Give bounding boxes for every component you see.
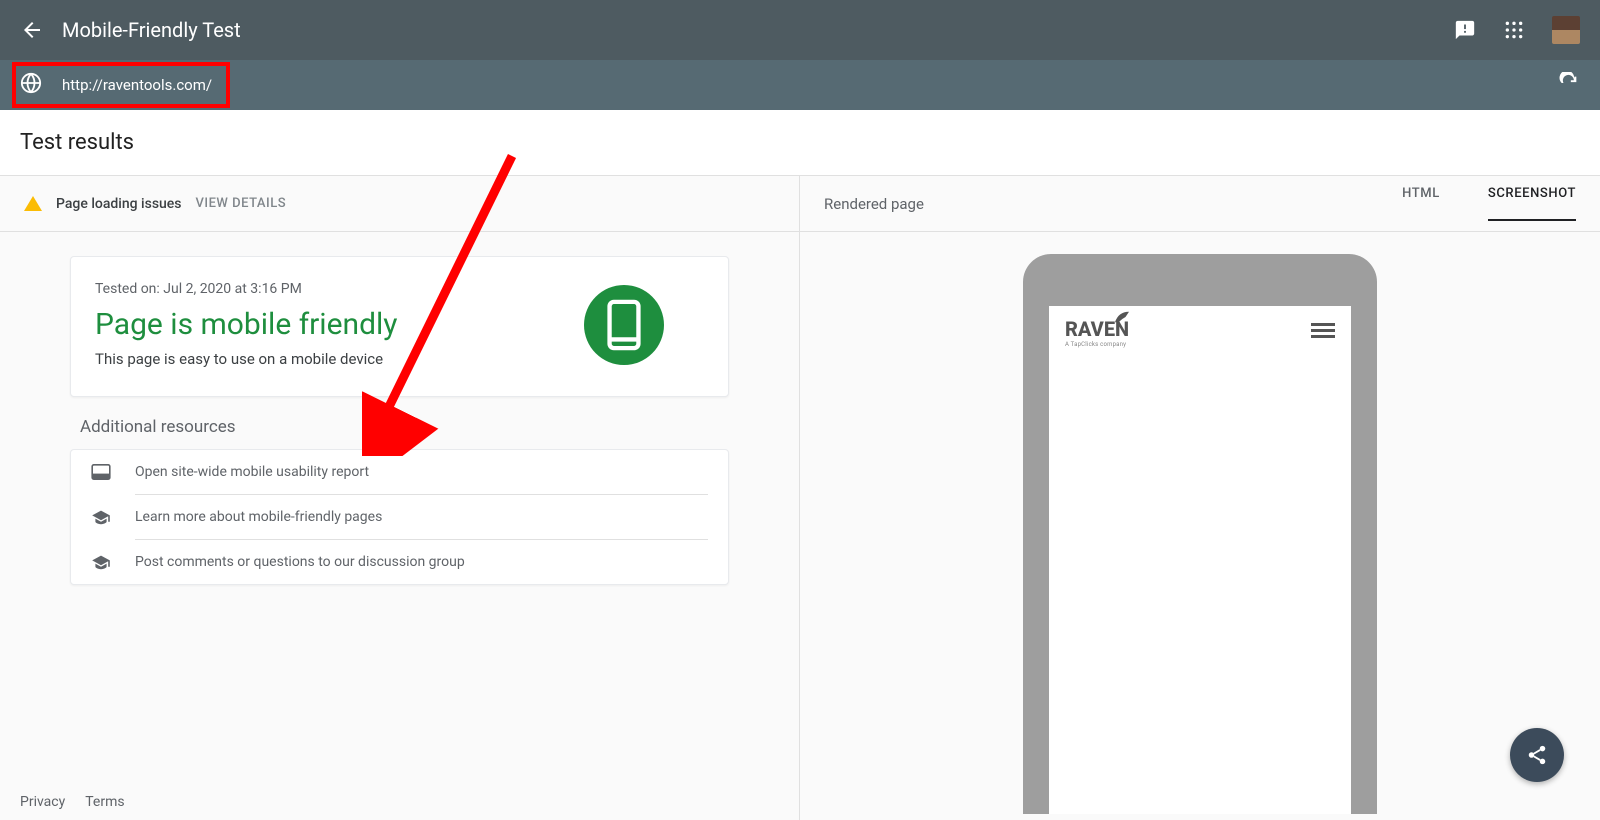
phone-mockup: RAVEN A TapClicks company: [1023, 254, 1377, 814]
apps-icon[interactable]: [1504, 20, 1524, 40]
arrow-left-icon: [20, 18, 44, 42]
issues-label: Page loading issues: [56, 196, 182, 212]
graduation-icon: [91, 554, 111, 570]
share-button[interactable]: [1510, 728, 1564, 782]
back-button[interactable]: [20, 18, 44, 42]
url-highlight-box: http://raventools.com/: [12, 62, 230, 108]
globe-icon: [20, 72, 42, 98]
avatar[interactable]: [1552, 16, 1580, 44]
resource-label: Learn more about mobile-friendly pages: [135, 509, 382, 525]
additional-heading: Additional resources: [80, 417, 729, 437]
url-bar: http://raventools.com/: [0, 60, 1600, 110]
footer-links: Privacy Terms: [20, 794, 125, 810]
share-icon: [1526, 744, 1548, 766]
header-title: Mobile-Friendly Test: [62, 18, 241, 42]
results-header: Test results: [0, 110, 1600, 176]
resource-discussion[interactable]: Post comments or questions to our discus…: [71, 540, 728, 584]
report-icon: [91, 464, 111, 480]
tested-on: Tested on: Jul 2, 2020 at 3:16 PM: [95, 281, 397, 297]
mobile-friendly-icon: [584, 285, 664, 365]
privacy-link[interactable]: Privacy: [20, 794, 65, 810]
terms-link[interactable]: Terms: [85, 794, 124, 810]
graduation-icon: [91, 509, 111, 525]
result-subtitle: This page is easy to use on a mobile dev…: [95, 350, 397, 368]
additional-card: Open site-wide mobile usability report L…: [70, 449, 729, 585]
hamburger-icon: [1311, 320, 1335, 341]
url-text[interactable]: http://raventools.com/: [62, 76, 212, 94]
feedback-icon[interactable]: [1454, 19, 1476, 41]
tab-screenshot[interactable]: SCREENSHOT: [1488, 186, 1576, 221]
resource-label: Post comments or questions to our discus…: [135, 554, 465, 570]
tab-html[interactable]: HTML: [1402, 186, 1440, 221]
issues-row: Page loading issues VIEW DETAILS: [0, 176, 799, 232]
phone-screen: RAVEN A TapClicks company: [1049, 306, 1351, 814]
refresh-button[interactable]: [1558, 72, 1580, 98]
rendered-label: Rendered page: [824, 195, 924, 213]
warning-icon: [24, 196, 42, 211]
right-header: Rendered page HTML SCREENSHOT: [800, 176, 1600, 232]
left-panel: Page loading issues VIEW DETAILS Tested …: [0, 176, 800, 820]
result-title: Page is mobile friendly: [95, 307, 397, 342]
view-details-link[interactable]: VIEW DETAILS: [196, 196, 287, 211]
result-card: Tested on: Jul 2, 2020 at 3:16 PM Page i…: [70, 256, 729, 397]
right-panel: Rendered page HTML SCREENSHOT RAVEN A Ta…: [800, 176, 1600, 820]
resource-label: Open site-wide mobile usability report: [135, 464, 369, 480]
raven-logo: RAVEN A TapClicks company: [1065, 320, 1129, 347]
results-title: Test results: [20, 130, 1580, 155]
top-bar: Mobile-Friendly Test: [0, 0, 1600, 60]
resource-learn-more[interactable]: Learn more about mobile-friendly pages: [71, 495, 728, 539]
resource-usability-report[interactable]: Open site-wide mobile usability report: [71, 450, 728, 494]
